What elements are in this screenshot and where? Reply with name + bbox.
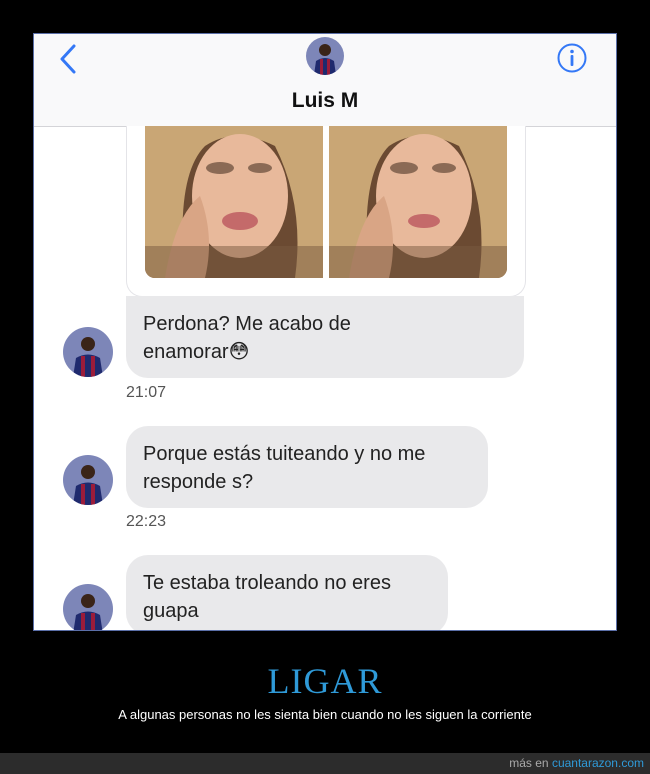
timestamp: 22:23 [126,513,167,530]
footer-text: más en cuantarazon.com [509,756,644,770]
timestamp: 21:07 [126,384,167,401]
contact-avatar[interactable] [306,37,344,75]
site-link[interactable]: cuantarazon.com [552,756,644,770]
message-text: Perdona? Me acabo de [143,313,351,335]
message-bubble[interactable]: Porque estás tuiteando y no me responde … [126,426,488,508]
contact-name[interactable]: Luis M [34,89,616,113]
selfie-photo[interactable] [145,126,323,278]
chat-screenshot: Luis M Perdona? Me acabo de enamorar😳 21… [33,33,617,631]
avatar[interactable] [63,327,113,377]
message-text: guapa [143,600,199,622]
avatar[interactable] [63,455,113,505]
avatar[interactable] [63,584,113,630]
shared-photos[interactable] [126,126,526,297]
chevron-left-icon[interactable] [56,42,80,76]
message-bubble[interactable]: Te estaba troleando no eres guapa [126,555,448,630]
message-text: responde s? [143,471,254,493]
page-title: LIGAR [267,661,383,701]
message-text: Porque estás tuiteando y no me [143,443,426,465]
footer-bar: más en cuantarazon.com [0,753,650,774]
page-subtitle: A algunas personas no les sienta bien cu… [118,707,532,722]
info-icon[interactable] [556,42,588,74]
flushed-emoji: 😳 [228,341,250,363]
message-text: enamorar😳 [143,341,250,363]
footer-prefix: más en [509,756,549,770]
selfie-photo[interactable] [329,126,507,278]
message-bubble[interactable]: Perdona? Me acabo de enamorar😳 [126,296,524,378]
message-text: Te estaba troleando no eres [143,572,391,594]
chat-header: Luis M [34,34,616,127]
